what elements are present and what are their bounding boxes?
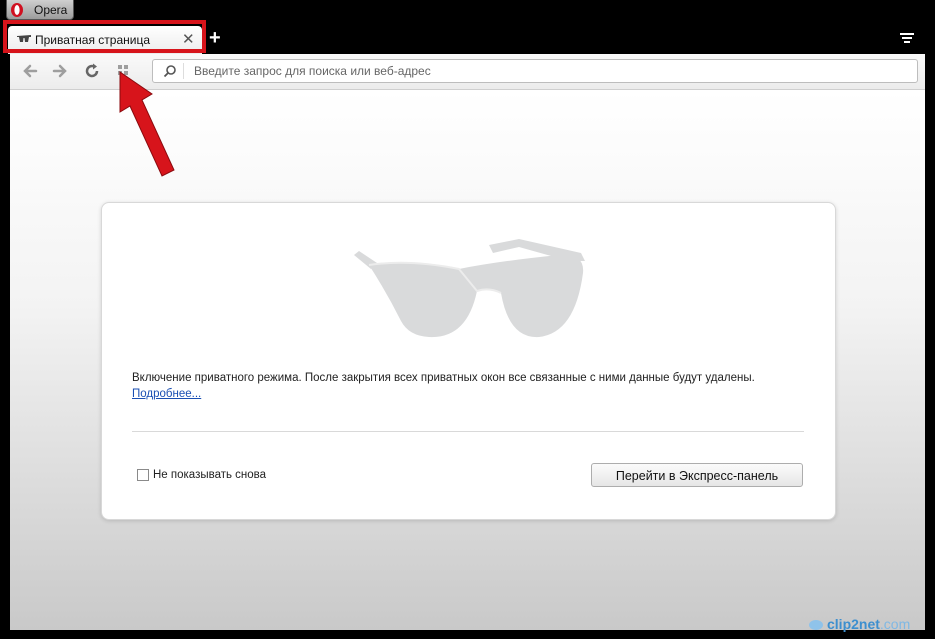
more-info-link[interactable]: Подробнее... — [132, 388, 201, 400]
divider — [132, 431, 804, 432]
go-to-speed-dial-button[interactable]: Перейти в Экспресс-панель — [591, 463, 803, 487]
reload-icon[interactable] — [83, 62, 101, 80]
address-separator — [183, 63, 184, 79]
back-arrow-icon[interactable] — [21, 62, 39, 80]
dont-show-again-label: Не показывать снова — [153, 469, 267, 481]
forward-arrow-icon[interactable] — [51, 62, 69, 80]
address-bar[interactable]: Введите запрос для поиска или веб-адрес — [152, 59, 918, 83]
dont-show-again-checkbox[interactable] — [137, 469, 149, 481]
opera-logo-icon — [11, 3, 23, 17]
new-tab-button[interactable]: + — [209, 27, 221, 50]
clip2net-watermark: clip2net.com — [808, 612, 926, 636]
annotation-arrow — [119, 71, 175, 177]
opera-menu-button[interactable]: Opera — [6, 0, 74, 20]
private-glasses-icon — [354, 239, 585, 338]
private-mode-description: Включение приватного режима. После закры… — [132, 372, 755, 384]
tab-menu-icon[interactable] — [899, 32, 915, 46]
annotation-highlight-box — [3, 20, 206, 53]
cloud-icon — [809, 620, 823, 630]
watermark-text: clip2net.com — [827, 616, 911, 632]
address-placeholder: Введите запрос для поиска или веб-адрес — [194, 64, 431, 78]
private-mode-card: Включение приватного режима. После закры… — [101, 202, 836, 520]
opera-menu-label: Opera — [34, 3, 68, 17]
